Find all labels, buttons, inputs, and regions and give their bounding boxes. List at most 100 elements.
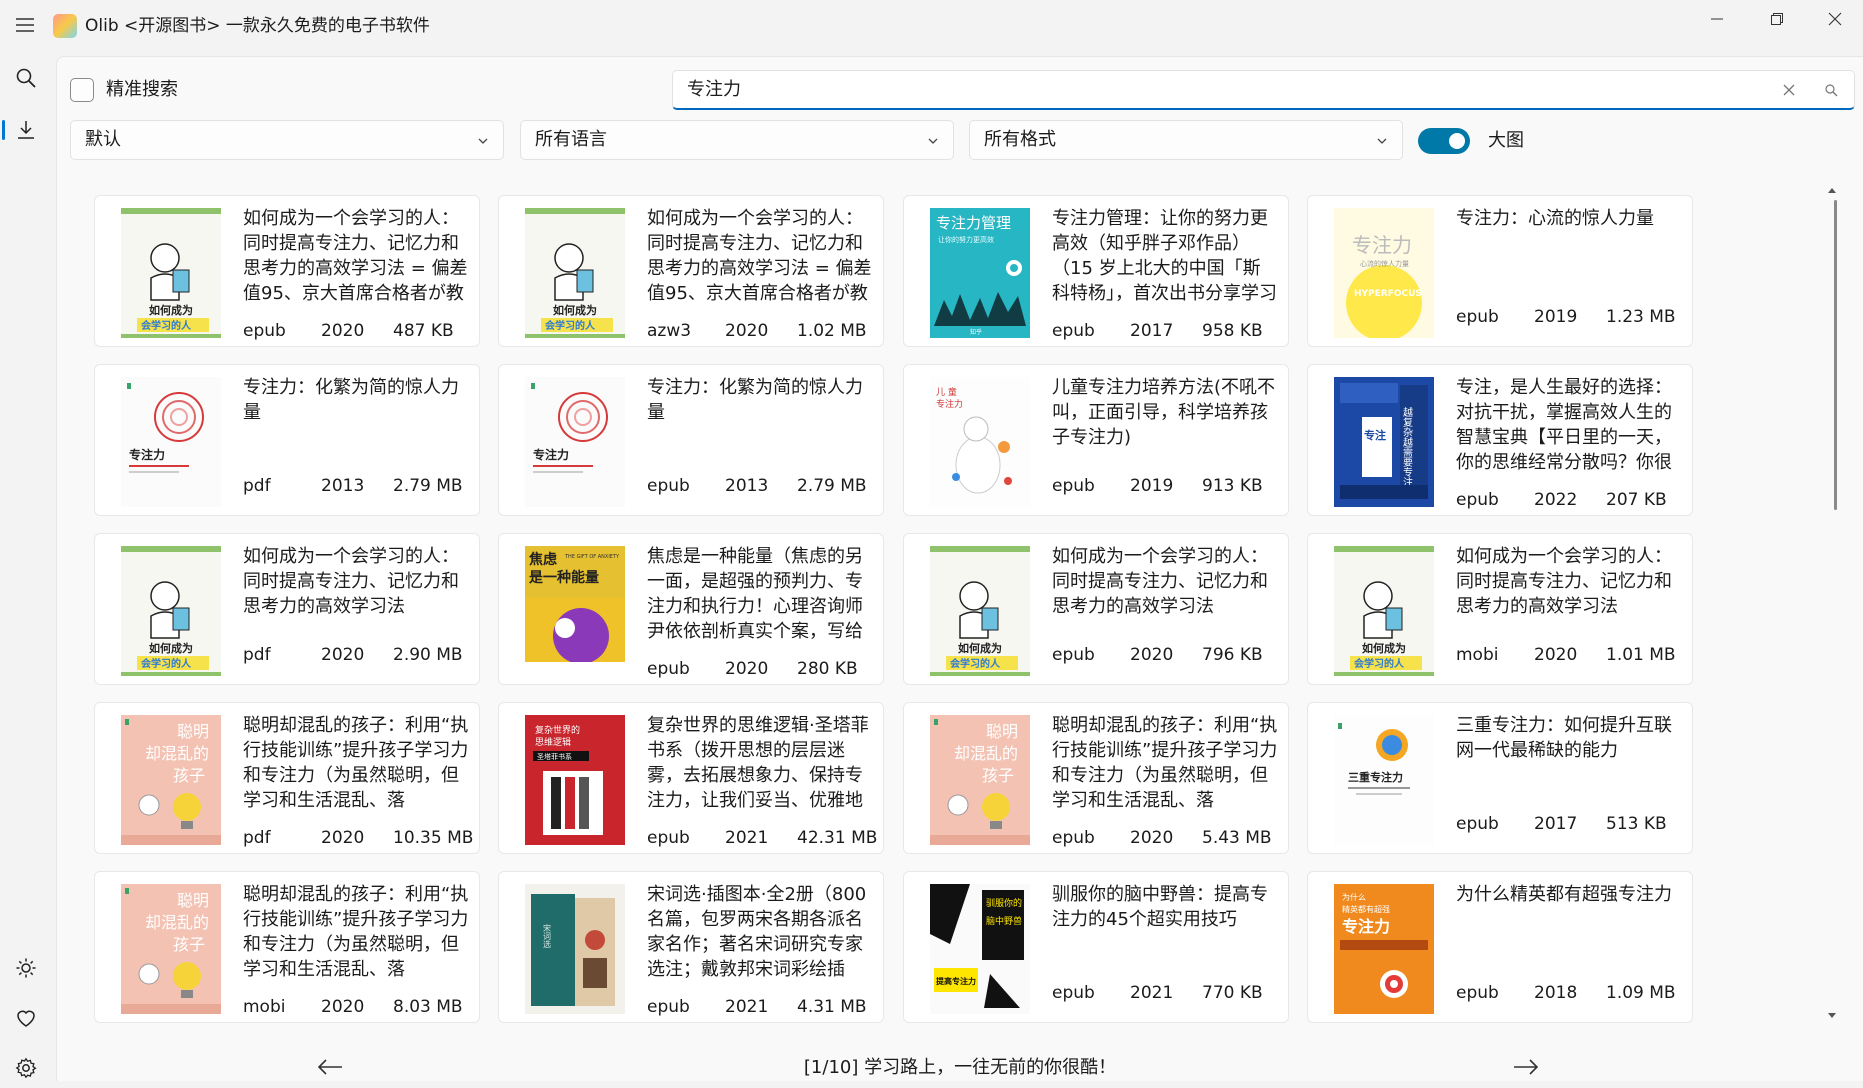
book-card[interactable]: 如何成为 会学习的人 如何成为一个会学习的人：同时提高专注力、记忆力和思考力的高… bbox=[94, 533, 480, 685]
book-title: 专注，是人生最好的选择：对抗干扰，掌握高效人生的智慧宝典【平日里的一天，你的思维… bbox=[1456, 377, 1672, 473]
scrollbar-thumb[interactable] bbox=[1834, 200, 1837, 510]
book-card[interactable]: 如何成为 会学习的人 如何成为一个会学习的人：同时提高专注力、记忆力和思考力的高… bbox=[498, 195, 884, 347]
svg-text:驯服你的: 驯服你的 bbox=[986, 897, 1022, 909]
book-card[interactable]: 聪明 却混乱的 孩子 聪明却混乱的孩子：利用“执行技能训练”提升孩子学习力和专注… bbox=[94, 702, 480, 854]
book-card[interactable]: 专注力 心流的惊人力量 HYPERFOCUS 专注力：心流的惊人力量 epub 201… bbox=[1307, 195, 1693, 347]
svg-text:焦虑: 焦虑 bbox=[528, 551, 557, 568]
svg-text:复杂世界的: 复杂世界的 bbox=[535, 724, 580, 736]
book-size: 8.03 MB bbox=[393, 997, 463, 1017]
book-format: epub bbox=[1456, 307, 1499, 327]
book-title: 如何成为一个会学习的人：同时提高专注力、记忆力和思考力的高效学习法 bbox=[1456, 546, 1672, 617]
book-card[interactable]: 宋词选 宋词选·插图本·全2册（800名篇，包罗两宋各期各派名家名作；著名宋词研… bbox=[498, 871, 884, 1023]
book-card[interactable]: 驯服你的 脑中野兽 提高专注力 驯服你的脑中野兽：提高专注力的45个超实用技巧 e… bbox=[903, 871, 1289, 1023]
scroll-up-button[interactable] bbox=[1826, 184, 1838, 196]
svg-text:儿 童: 儿 童 bbox=[936, 386, 957, 398]
nav-favorites[interactable] bbox=[4, 998, 48, 1038]
minimize-button[interactable] bbox=[1688, 0, 1746, 38]
book-card[interactable]: 如何成为 会学习的人 如何成为一个会学习的人：同时提高专注力、记忆力和思考力的高… bbox=[94, 195, 480, 347]
book-card[interactable]: 聪明 却混乱的 孩子 聪明却混乱的孩子：利用“执行技能训练”提升孩子学习力和专注… bbox=[94, 871, 480, 1023]
book-format: epub bbox=[1052, 983, 1095, 1003]
next-page-arrow-icon[interactable] bbox=[1512, 1056, 1540, 1078]
nav-theme[interactable] bbox=[4, 948, 48, 988]
search-submit-icon[interactable] bbox=[1824, 83, 1838, 97]
prev-page-arrow-icon[interactable] bbox=[316, 1056, 344, 1078]
book-card[interactable]: 如何成为 会学习的人 如何成为一个会学习的人：同时提高专注力、记忆力和思考力的高… bbox=[903, 533, 1289, 685]
format-dropdown[interactable]: 所有格式 bbox=[969, 120, 1403, 160]
restore-button[interactable] bbox=[1748, 0, 1806, 38]
book-year: 2020 bbox=[1534, 645, 1578, 665]
svg-text:三重专注力: 三重专注力 bbox=[1348, 770, 1403, 784]
svg-text:心流的惊人力量: 心流的惊人力量 bbox=[1360, 259, 1409, 268]
book-card[interactable]: 专注力 专注力：化繁为简的惊人力量 epub 2013 2.79 MB bbox=[498, 364, 884, 516]
book-title: 三重专注力：如何提升互联网一代最稀缺的能力 bbox=[1456, 715, 1672, 761]
svg-text:专注力: 专注力 bbox=[533, 447, 569, 462]
book-format: epub bbox=[1456, 983, 1499, 1003]
book-cover-image: 专注力 bbox=[525, 377, 625, 507]
book-card[interactable]: 如何成为 会学习的人 如何成为一个会学习的人：同时提高专注力、记忆力和思考力的高… bbox=[1307, 533, 1693, 685]
language-value: 所有语言 bbox=[535, 129, 607, 150]
book-cover-image: 焦虑 是一种能量 THE GIFT OF ANXIETY bbox=[525, 546, 625, 676]
book-card[interactable]: 儿 童 专注力 儿童专注力培养方法(不吼不叫，正面引导，科学培养孩子专注力) ep… bbox=[903, 364, 1289, 516]
chevron-down-icon bbox=[1377, 138, 1387, 144]
book-cover-image: 专注力管理 让你的努力更高效 知乎 bbox=[930, 208, 1030, 338]
book-size: 10.35 MB bbox=[393, 828, 474, 848]
restore-icon bbox=[1771, 13, 1783, 25]
language-dropdown[interactable]: 所有语言 bbox=[520, 120, 954, 160]
svg-text:是一种能量: 是一种能量 bbox=[529, 569, 599, 586]
svg-text:会学习的人: 会学习的人 bbox=[141, 319, 192, 332]
scroll-down-button[interactable] bbox=[1826, 1010, 1838, 1022]
close-button[interactable] bbox=[1806, 0, 1863, 38]
book-card[interactable]: 为什么 精英都有超强 专注力 为什么精英都有超强专注力 epub 2018 1.09 … bbox=[1307, 871, 1693, 1023]
search-input[interactable] bbox=[687, 79, 1737, 101]
nav-settings[interactable] bbox=[4, 1048, 48, 1088]
svg-text:孩子: 孩子 bbox=[173, 935, 205, 954]
book-format: epub bbox=[243, 321, 286, 341]
sort-value: 默认 bbox=[85, 129, 121, 150]
menu-icon[interactable] bbox=[14, 14, 36, 36]
book-card[interactable]: 专注力管理 让你的努力更高效 知乎 专注力管理：让你的努力更高效（知乎胖子邓作品）… bbox=[903, 195, 1289, 347]
toggle-knob bbox=[1449, 133, 1465, 149]
nav-downloads[interactable] bbox=[4, 110, 48, 150]
exact-search-checkbox[interactable] bbox=[70, 78, 94, 102]
book-year: 2013 bbox=[321, 476, 365, 496]
book-year: 2020 bbox=[321, 321, 365, 341]
book-year: 2022 bbox=[1534, 490, 1578, 510]
book-cover-image: 聪明 却混乱的 孩子 bbox=[930, 715, 1030, 845]
svg-text:专注力: 专注力 bbox=[1342, 917, 1390, 936]
book-card[interactable]: 复杂世界的 思维逻辑 圣塔菲书系 复杂世界的思维逻辑·圣塔菲书系（拨开思想的层层… bbox=[498, 702, 884, 854]
sort-dropdown[interactable]: 默认 bbox=[70, 120, 504, 160]
large-cover-toggle[interactable] bbox=[1418, 128, 1470, 154]
book-card[interactable]: 三重专注力 三重专注力：如何提升互联网一代最稀缺的能力 epub 2017 513 K… bbox=[1307, 702, 1693, 854]
book-cover-image: 为什么 精英都有超强 专注力 bbox=[1334, 884, 1434, 1014]
book-cover-image: 驯服你的 脑中野兽 提高专注力 bbox=[930, 884, 1030, 1014]
book-size: 1.09 MB bbox=[1606, 983, 1676, 1003]
book-size: 958 KB bbox=[1202, 321, 1263, 341]
book-title: 为什么精英都有超强专注力 bbox=[1456, 884, 1672, 905]
book-size: 207 KB bbox=[1606, 490, 1667, 510]
book-year: 2020 bbox=[321, 645, 365, 665]
book-card[interactable]: 专注力 专注力：化繁为简的惊人力量 pdf 2013 2.79 MB bbox=[94, 364, 480, 516]
book-size: 5.43 MB bbox=[1202, 828, 1272, 848]
minimize-icon bbox=[1711, 18, 1723, 20]
nav-search[interactable] bbox=[4, 58, 48, 98]
svg-text:会学习的人: 会学习的人 bbox=[545, 319, 596, 332]
book-year: 2021 bbox=[1130, 983, 1174, 1003]
book-card[interactable]: 专注 越复杂越需要专注 专注，是人生最好的选择：对抗干扰，掌握高效人生的智慧宝典… bbox=[1307, 364, 1693, 516]
book-year: 2017 bbox=[1534, 814, 1578, 834]
book-card[interactable]: 聪明 却混乱的 孩子 聪明却混乱的孩子：利用“执行技能训练”提升孩子学习力和专注… bbox=[903, 702, 1289, 854]
book-cover-image: 专注力 心流的惊人力量 HYPERFOCUS bbox=[1334, 208, 1434, 338]
book-size: 2.79 MB bbox=[797, 476, 867, 496]
book-size: 1.23 MB bbox=[1606, 307, 1676, 327]
book-cover-image: 专注力 bbox=[121, 377, 221, 507]
clear-icon[interactable] bbox=[1782, 83, 1796, 97]
book-title: 如何成为一个会学习的人：同时提高专注力、记忆力和思考力的高效学习法 bbox=[243, 546, 459, 617]
book-cover-image: 专注 越复杂越需要专注 bbox=[1334, 377, 1434, 507]
svg-text:孩子: 孩子 bbox=[173, 766, 205, 785]
book-year: 2020 bbox=[321, 997, 365, 1017]
book-card[interactable]: 焦虑 是一种能量 THE GIFT OF ANXIETY 焦虑是一种能量（焦虑的… bbox=[498, 533, 884, 685]
app-title: Olib <开源图书> 一款永久免费的电子书软件 bbox=[85, 16, 430, 36]
svg-text:聪明: 聪明 bbox=[177, 722, 209, 741]
exact-search-label: 精准搜索 bbox=[106, 79, 178, 100]
book-cover-image: 宋词选 bbox=[525, 884, 625, 1014]
close-icon bbox=[1828, 12, 1842, 26]
